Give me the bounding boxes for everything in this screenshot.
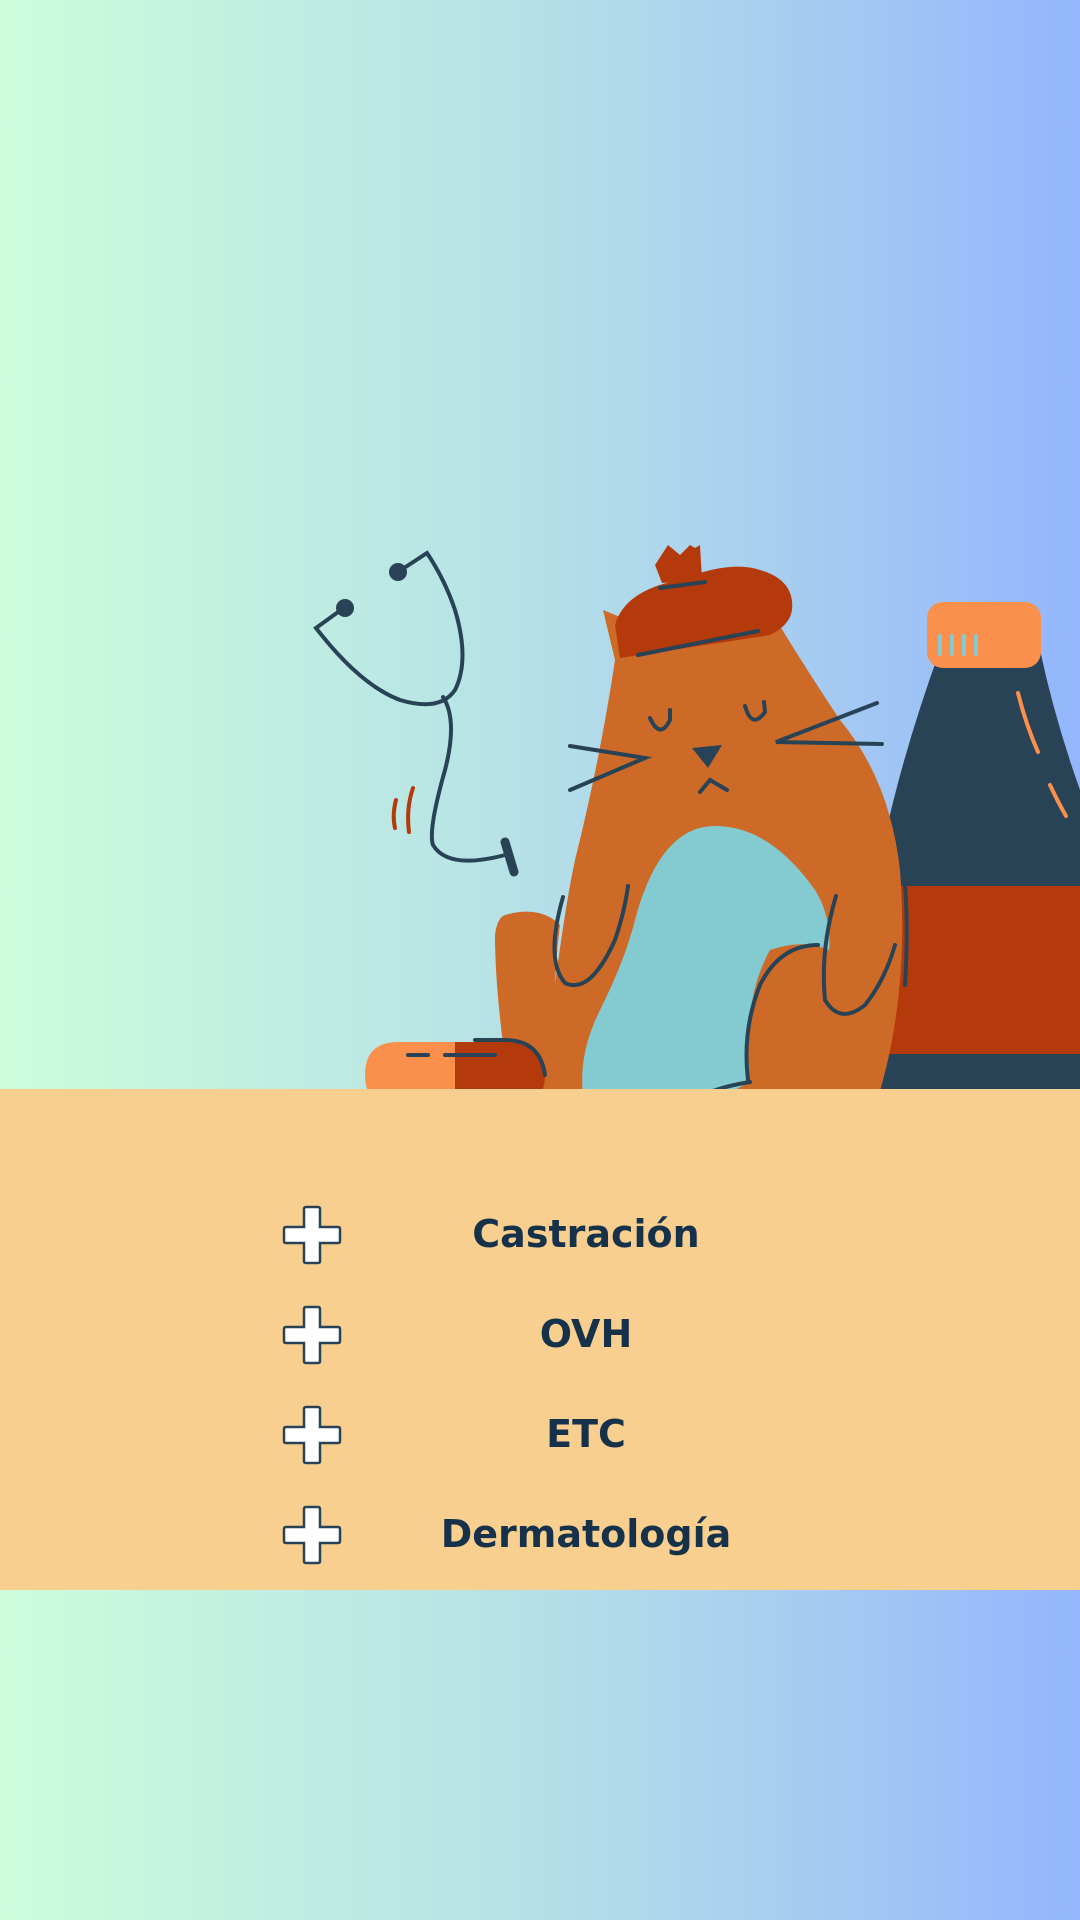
service-item-dermatologia: Dermatología (0, 1499, 1080, 1569)
cross-icon (282, 1505, 342, 1565)
service-item-castracion: Castración (0, 1199, 1080, 1269)
service-item-ovh: OVH (0, 1299, 1080, 1369)
vet-illustration (313, 545, 1080, 1110)
services-panel: Castración OVH ETC Dermatología (0, 1089, 1080, 1590)
service-label: OVH (539, 1312, 633, 1356)
cross-icon (282, 1205, 342, 1265)
service-label: Dermatología (440, 1512, 732, 1556)
cross-icon (282, 1305, 342, 1365)
cat-illustration (495, 545, 909, 1109)
cross-icon (282, 1405, 342, 1465)
service-label: ETC (546, 1412, 626, 1456)
service-label: Castración (472, 1212, 700, 1256)
service-item-etc: ETC (0, 1399, 1080, 1469)
